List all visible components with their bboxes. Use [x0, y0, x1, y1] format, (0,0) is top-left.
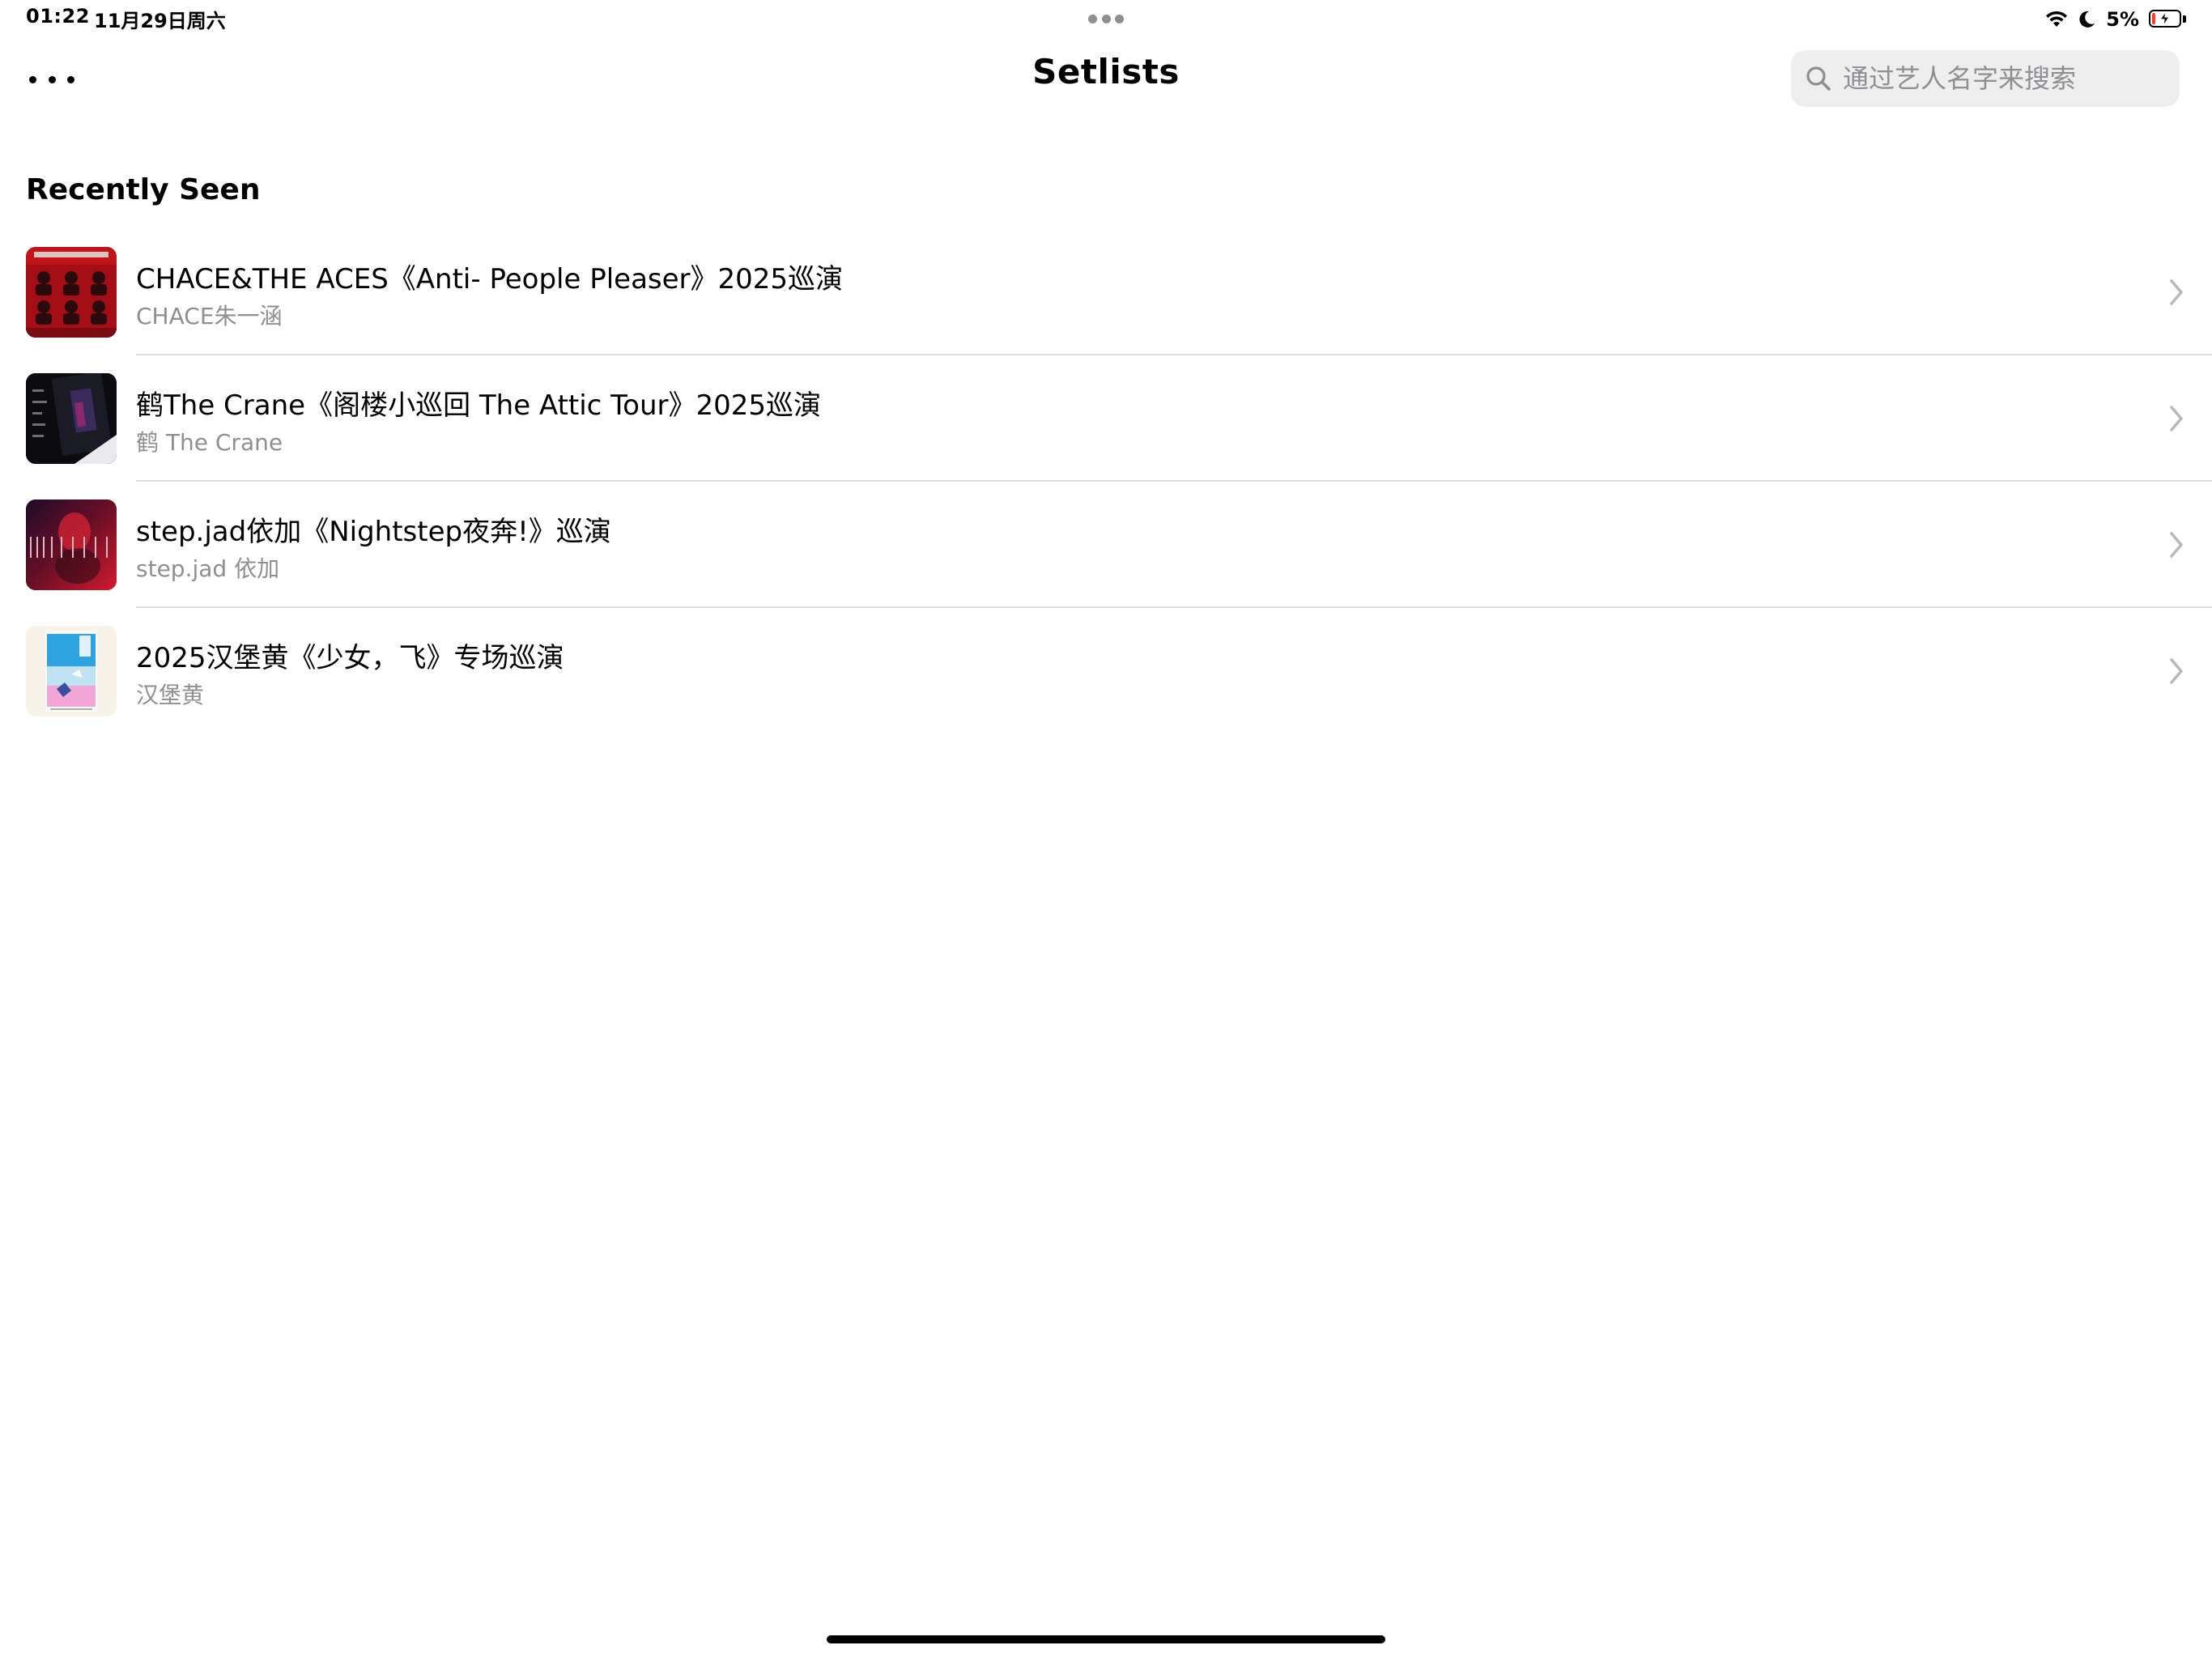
tour-poster-thumbnail: [26, 373, 117, 464]
tour-poster-thumbnail: [26, 500, 117, 590]
list-item[interactable]: step.jad依加《Nightstep夜奔!》巡演 step.jad 依加: [0, 482, 2212, 608]
artist-name: 鹤 The Crane: [136, 429, 283, 456]
artist-name: step.jad 依加: [136, 555, 280, 582]
charging-bolt-icon: [2159, 11, 2171, 27]
tour-poster-thumbnail: [26, 626, 117, 716]
wifi-icon: [2046, 11, 2068, 27]
tour-title: 2025汉堡黄《少女，飞》专场巡演: [136, 642, 564, 674]
search-field[interactable]: [1791, 50, 2180, 107]
tour-title: CHACE&THE ACES《Anti- People Pleaser》2025…: [136, 263, 844, 295]
multitasking-dots-icon[interactable]: [1088, 15, 1124, 24]
more-options-button[interactable]: [29, 65, 74, 94]
battery-percent: 5%: [2106, 8, 2139, 31]
search-input[interactable]: [1841, 62, 2168, 95]
battery-icon: [2149, 10, 2186, 29]
chevron-right-icon: [2170, 532, 2183, 558]
chevron-right-icon: [2170, 658, 2183, 684]
recently-seen-list: CHACE&THE ACES《Anti- People Pleaser》2025…: [0, 229, 2212, 734]
tour-title: step.jad依加《Nightstep夜奔!》巡演: [136, 516, 611, 548]
chevron-right-icon: [2170, 279, 2183, 305]
list-item[interactable]: 鹤The Crane《阁楼小巡回 The Attic Tour》2025巡演 鹤…: [0, 355, 2212, 482]
moon-icon: [2079, 11, 2095, 28]
home-indicator[interactable]: [827, 1635, 1385, 1643]
ellipsis-icon: [29, 75, 36, 83]
search-icon: [1806, 66, 1831, 91]
tour-poster-thumbnail: [26, 247, 117, 338]
artist-name: CHACE朱一涵: [136, 303, 283, 329]
page-title: Setlists: [1032, 52, 1180, 91]
section-title-recently-seen: Recently Seen: [26, 173, 261, 206]
status-bar: 01:22 11月29日周六 5%: [0, 0, 2212, 39]
list-item[interactable]: CHACE&THE ACES《Anti- People Pleaser》2025…: [0, 229, 2212, 355]
chevron-right-icon: [2170, 406, 2183, 432]
status-time: 01:22: [26, 5, 90, 28]
status-date: 11月29日周六: [94, 10, 226, 32]
artist-name: 汉堡黄: [136, 682, 205, 708]
status-indicators: 5%: [2044, 6, 2186, 32]
list-item[interactable]: 2025汉堡黄《少女，飞》专场巡演 汉堡黄: [0, 608, 2212, 734]
tour-title: 鹤The Crane《阁楼小巡回 The Attic Tour》2025巡演: [136, 389, 822, 422]
